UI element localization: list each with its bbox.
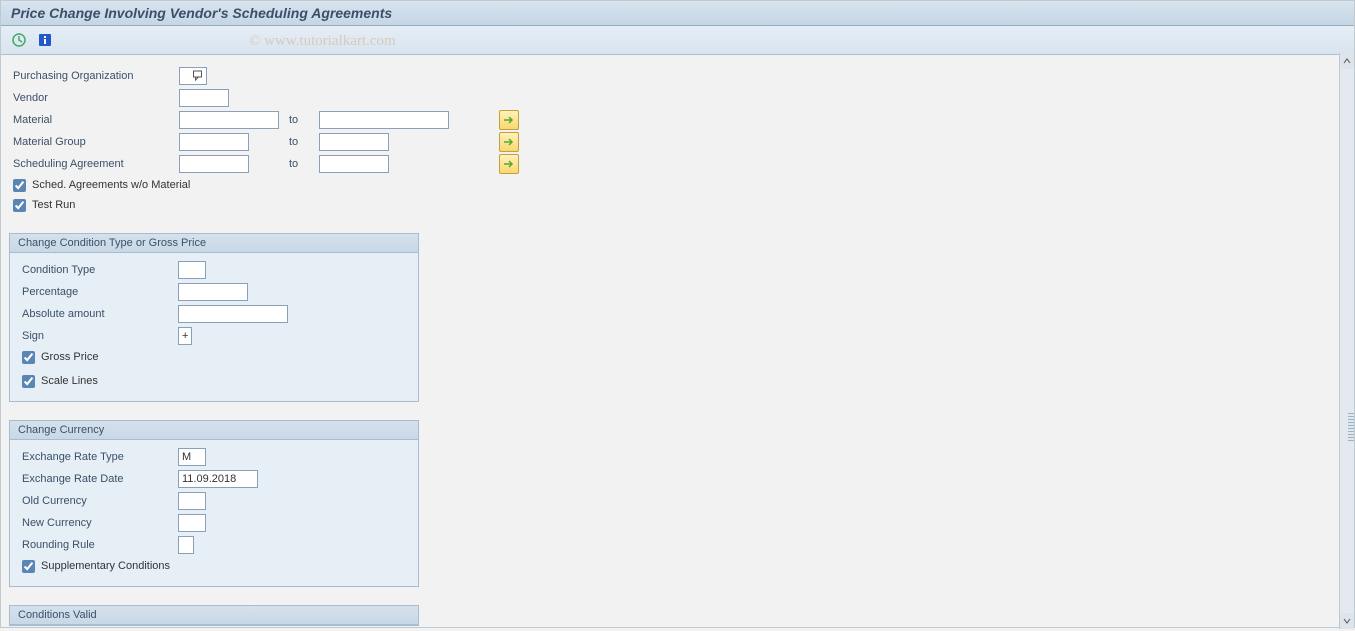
sign-input[interactable]: [178, 327, 192, 345]
application-toolbar: [1, 26, 1354, 55]
material-group-multi-button[interactable]: [499, 132, 519, 152]
percentage-label: Percentage: [18, 286, 178, 298]
vendor-label: Vendor: [9, 92, 179, 104]
info-icon: [37, 32, 53, 48]
exchange-rate-type-input[interactable]: [178, 448, 206, 466]
arrow-right-icon: [503, 159, 515, 169]
sched-agreement-label: Scheduling Agreement: [9, 158, 179, 170]
material-group-label: Material Group: [9, 136, 179, 148]
chevron-down-icon: [1343, 617, 1351, 625]
material-group-high-input[interactable]: [319, 133, 389, 151]
sign-label: Sign: [18, 330, 178, 342]
test-run-checkbox[interactable]: [13, 199, 26, 212]
material-group-to-label: to: [279, 136, 319, 148]
page-title: Price Change Involving Vendor's Scheduli…: [11, 5, 392, 21]
scale-lines-checkbox[interactable]: [22, 375, 35, 388]
exchange-rate-type-label: Exchange Rate Type: [18, 451, 178, 463]
exchange-rate-date-label: Exchange Rate Date: [18, 473, 178, 485]
clock-icon: [11, 32, 27, 48]
currency-group-box: Change Currency Exchange Rate Type Excha…: [9, 420, 419, 587]
sched-agreement-to-label: to: [279, 158, 319, 170]
sched-wo-material-label: Sched. Agreements w/o Material: [32, 179, 190, 191]
material-low-input[interactable]: [179, 111, 279, 129]
material-to-label: to: [279, 114, 319, 126]
arrow-right-icon: [503, 137, 515, 147]
material-multi-button[interactable]: [499, 110, 519, 130]
material-high-input[interactable]: [319, 111, 449, 129]
condition-group-box: Change Condition Type or Gross Price Con…: [9, 233, 419, 402]
sched-agreement-multi-button[interactable]: [499, 154, 519, 174]
supplementary-label: Supplementary Conditions: [41, 560, 170, 572]
material-group-low-input[interactable]: [179, 133, 249, 151]
condition-type-label: Condition Type: [18, 264, 178, 276]
scroll-up-button[interactable]: [1340, 53, 1354, 69]
sched-agreement-low-input[interactable]: [179, 155, 249, 173]
condition-type-input[interactable]: [178, 261, 206, 279]
conditions-valid-group-box: Conditions Valid: [9, 605, 419, 626]
old-currency-input[interactable]: [178, 492, 206, 510]
gross-price-checkbox[interactable]: [22, 351, 35, 364]
scroll-down-button[interactable]: [1340, 613, 1354, 629]
content-area: Purchasing Organization Vendor Material …: [1, 55, 1354, 631]
page-title-bar: Price Change Involving Vendor's Scheduli…: [1, 1, 1354, 26]
gross-price-label: Gross Price: [41, 351, 98, 363]
supplementary-checkbox[interactable]: [22, 560, 35, 573]
rounding-rule-input[interactable]: [178, 536, 194, 554]
exchange-rate-date-input[interactable]: [178, 470, 258, 488]
absolute-amount-label: Absolute amount: [18, 308, 178, 320]
splitter-grip[interactable]: [1348, 413, 1354, 443]
new-currency-input[interactable]: [178, 514, 206, 532]
sched-wo-material-checkbox[interactable]: [13, 179, 26, 192]
sched-agreement-high-input[interactable]: [319, 155, 389, 173]
search-help-icon: [192, 68, 205, 84]
rounding-rule-label: Rounding Rule: [18, 539, 178, 551]
absolute-amount-input[interactable]: [178, 305, 288, 323]
material-label: Material: [9, 114, 179, 126]
conditions-valid-title: Conditions Valid: [10, 606, 418, 625]
scale-lines-label: Scale Lines: [41, 375, 98, 387]
app-window: Price Change Involving Vendor's Scheduli…: [0, 0, 1355, 628]
test-run-label: Test Run: [32, 199, 75, 211]
vendor-input[interactable]: [179, 89, 229, 107]
purchasing-org-label: Purchasing Organization: [9, 70, 179, 82]
chevron-up-icon: [1343, 57, 1351, 65]
currency-group-title: Change Currency: [10, 421, 418, 440]
percentage-input[interactable]: [178, 283, 248, 301]
execute-button[interactable]: [9, 30, 29, 50]
old-currency-label: Old Currency: [18, 495, 178, 507]
new-currency-label: New Currency: [18, 517, 178, 529]
vertical-scrollbar[interactable]: [1339, 53, 1354, 629]
condition-group-title: Change Condition Type or Gross Price: [10, 234, 418, 253]
purchasing-org-input[interactable]: [179, 67, 207, 85]
info-button[interactable]: [35, 30, 55, 50]
arrow-right-icon: [503, 115, 515, 125]
